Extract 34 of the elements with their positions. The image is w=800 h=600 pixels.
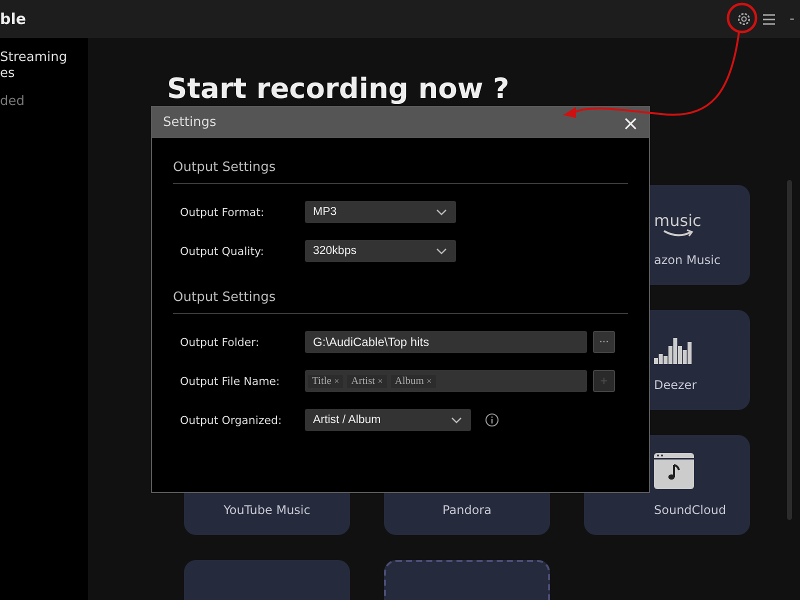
section-title: Output Settings	[173, 160, 628, 184]
chevron-icon	[451, 416, 462, 424]
info-icon[interactable]	[485, 413, 499, 427]
minimize-button[interactable]: -	[786, 11, 798, 27]
menu-icon[interactable]	[763, 14, 775, 24]
folder-path-field[interactable]: G:\AudiCable\Top hits	[305, 331, 587, 353]
field-label: Output Organized:	[180, 414, 283, 426]
card-label: Pandora	[442, 503, 492, 517]
field-label: Output Quality:	[180, 244, 265, 258]
dropdown[interactable]: Artist / Album	[305, 409, 471, 431]
section-title: Output Settings	[173, 290, 628, 314]
field-label: Output Folder:	[180, 336, 260, 348]
dropdown[interactable]: MP3	[305, 201, 456, 223]
card-label: SoundCloud	[654, 503, 726, 517]
card-label: YouTube Music	[224, 503, 310, 517]
browse-button[interactable]: ···	[593, 331, 615, 353]
page-heading: Start recording now ?	[167, 72, 510, 106]
sidebar-item[interactable]: Streaming es	[0, 50, 88, 82]
sidebar-item[interactable]: ded	[0, 94, 88, 110]
dialog-title: Settings	[163, 115, 216, 130]
chevron-icon	[436, 208, 447, 216]
dropdown[interactable]: 320kbps	[305, 240, 456, 262]
settings-icon[interactable]	[736, 11, 752, 27]
card-label: azon Music	[654, 253, 721, 267]
close-button[interactable]: ×	[622, 112, 639, 132]
field-label: Output File Name:	[180, 374, 281, 388]
chevron-icon	[436, 248, 447, 254]
app-title: ble	[0, 10, 26, 28]
card-label: Deezer	[654, 378, 697, 392]
equalizer-icon	[654, 338, 692, 364]
music-logo: music	[654, 213, 702, 239]
scrollbar[interactable]	[787, 180, 792, 520]
music-window-icon	[654, 453, 694, 489]
field-label: Output Format:	[180, 206, 266, 218]
